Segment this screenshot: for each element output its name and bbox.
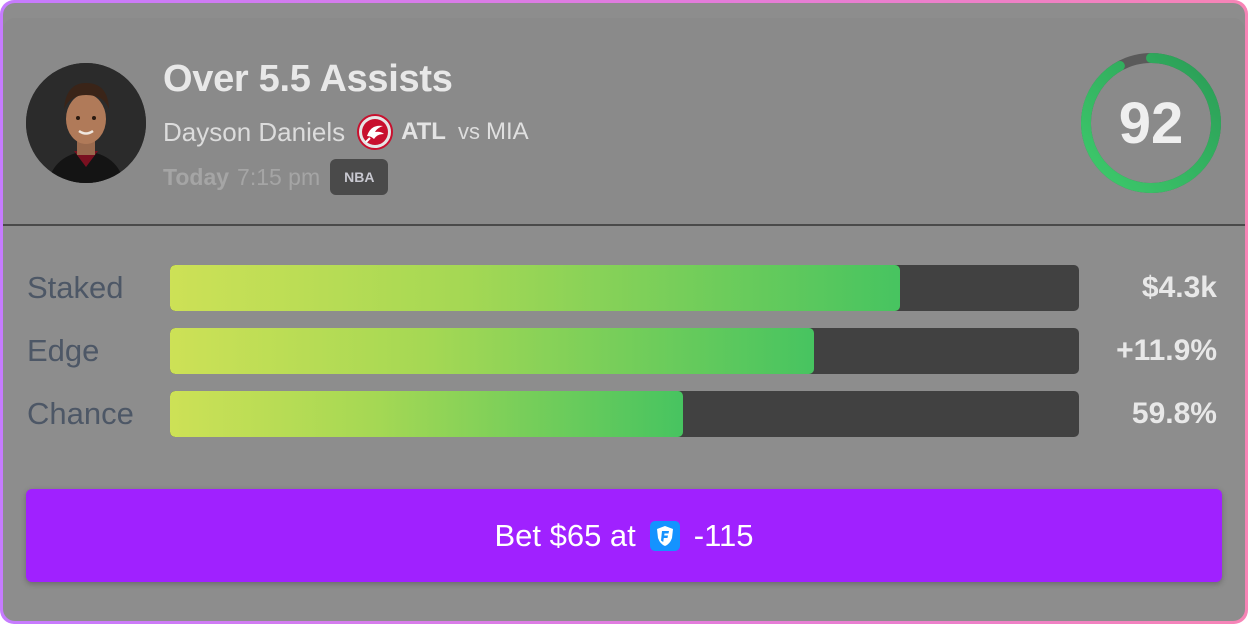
metric-label-staked: Staked <box>27 270 124 305</box>
metric-value-staked: $4.3k <box>1141 271 1217 304</box>
fanduel-shield-icon <box>649 520 680 551</box>
metric-bar-fill-edge <box>170 328 815 374</box>
pick-header: Over 5.5 Assists Dayson Daniels ATL vs M… <box>3 18 1245 226</box>
league-badge: NBA <box>330 159 389 195</box>
bet-button-label: Bet $65 at <box>494 517 636 553</box>
player-avatar <box>26 63 146 183</box>
hawks-logo-icon <box>357 114 394 150</box>
metric-bar-staked <box>170 265 1079 311</box>
metric-bar-edge <box>170 328 1079 374</box>
card-frame: Over 5.5 Assists Dayson Daniels ATL vs M… <box>0 0 1248 624</box>
game-time: 7:15 pm <box>237 163 321 190</box>
team-abbr: ATL <box>401 118 446 145</box>
player-headshot-icon <box>26 63 146 183</box>
confidence-score: 92 <box>1118 90 1184 156</box>
place-bet-button[interactable]: Bet $65 at -115 <box>26 489 1222 582</box>
opponent-abbr: MIA <box>485 118 529 145</box>
game-time-line: Today 7:15 pm NBA <box>163 157 389 197</box>
metric-bar-fill-chance <box>170 391 683 437</box>
metric-label-edge: Edge <box>27 333 100 368</box>
matchup-line: Dayson Daniels ATL vs MIA <box>163 112 529 152</box>
bet-odds: -115 <box>693 517 754 553</box>
pick-title: Over 5.5 Assists <box>163 58 453 100</box>
metric-label-chance: Chance <box>27 396 134 431</box>
metric-bar-chance <box>170 391 1079 437</box>
game-day: Today <box>163 163 230 190</box>
pick-card: Over 5.5 Assists Dayson Daniels ATL vs M… <box>3 3 1245 621</box>
player-name[interactable]: Dayson Daniels <box>163 117 345 148</box>
vs-label: vs <box>457 119 480 144</box>
metric-value-chance: 59.8% <box>1131 397 1217 430</box>
metric-value-edge: +11.9% <box>1116 334 1217 367</box>
metric-bar-fill-staked <box>170 265 900 311</box>
